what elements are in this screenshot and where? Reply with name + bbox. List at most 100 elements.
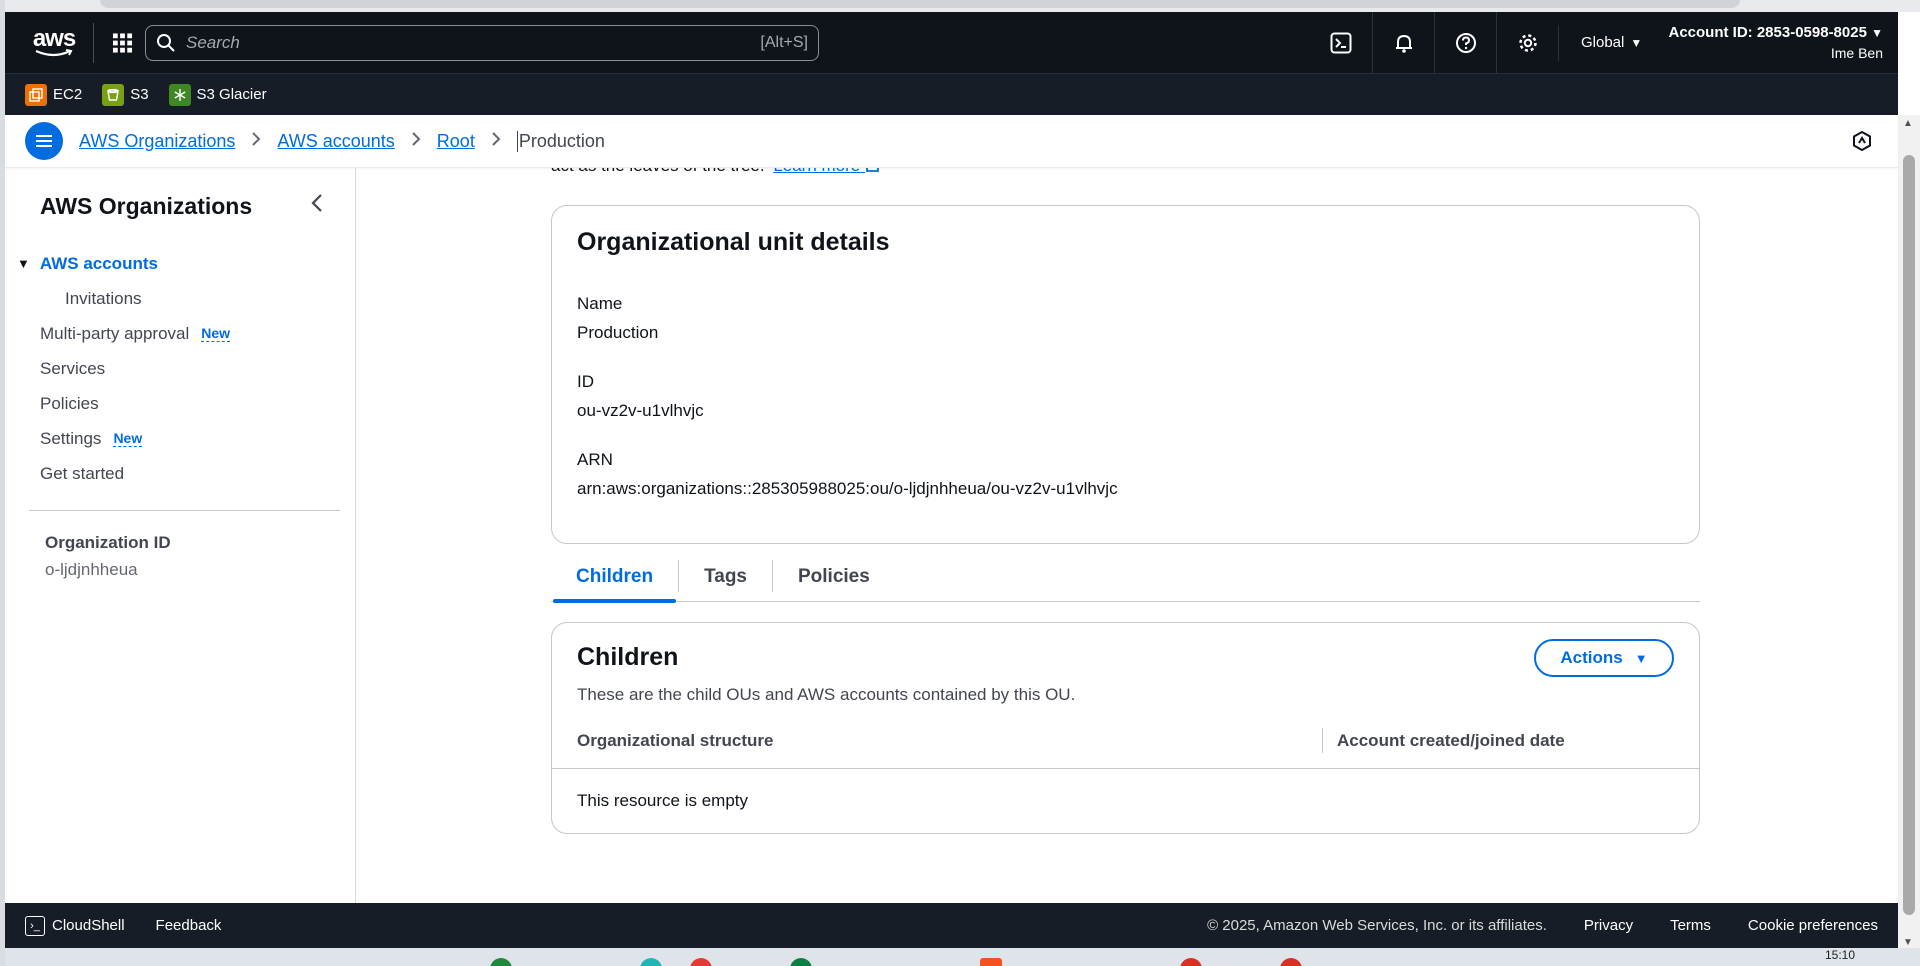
chevron-right-icon <box>411 131 421 152</box>
browser-chrome <box>0 0 1920 12</box>
favorite-label: EC2 <box>53 86 83 103</box>
terminal-icon: ›_ <box>25 915 45 936</box>
actions-label: Actions <box>1560 648 1623 667</box>
region-selector[interactable]: Global ▼ <box>1558 24 1668 61</box>
actions-button[interactable]: Actions ▼ <box>1534 639 1674 677</box>
ec2-icon <box>25 83 47 106</box>
cloudshell-button[interactable] <box>1310 12 1372 73</box>
breadcrumb-aws-accounts[interactable]: AWS accounts <box>277 131 394 152</box>
taskbar-app-icon[interactable] <box>790 958 812 966</box>
sidebar-item-label: Settings <box>40 428 102 448</box>
aws-logo[interactable]: aws <box>25 24 83 58</box>
account-menu[interactable]: Account ID: 2853-0598-8025 ▼ Ime Ben <box>1668 24 1898 61</box>
tab-tags[interactable]: Tags <box>679 551 772 602</box>
caret-down-icon: ▼ <box>1871 26 1883 40</box>
settings-button[interactable] <box>1496 12 1558 73</box>
children-title: Children <box>577 643 679 671</box>
scroll-up-icon[interactable]: ▲ <box>1903 118 1913 129</box>
region-label: Global <box>1581 34 1625 51</box>
caret-down-icon: ▼ <box>1634 650 1648 666</box>
help-icon <box>1455 32 1476 53</box>
os-taskbar: 15:10 <box>0 948 1920 966</box>
caret-down-icon: ▼ <box>17 256 30 271</box>
breadcrumb-current: Production <box>516 130 605 152</box>
page-scrollbar[interactable]: ▲ ▼ <box>1898 115 1920 951</box>
scrollbar-thumb[interactable] <box>1903 155 1915 915</box>
search-shortcut: [Alt+S] <box>760 33 808 51</box>
privacy-link[interactable]: Privacy <box>1584 917 1633 934</box>
breadcrumb-aws-organizations[interactable]: AWS Organizations <box>79 131 235 152</box>
tab-children[interactable]: Children <box>551 551 678 603</box>
window-border <box>0 0 5 966</box>
sidebar-item-label: AWS accounts <box>39 253 158 273</box>
cloudshell-footer-button[interactable]: ›_ CloudShell <box>25 915 125 936</box>
info-panel-button[interactable] <box>1851 130 1873 157</box>
taskbar-app-icon[interactable] <box>490 958 512 966</box>
sidebar-item-label: Services <box>40 358 106 378</box>
sidebar-item-policies[interactable]: Policies <box>5 386 355 421</box>
sidebar-item-invitations[interactable]: Invitations <box>5 281 355 316</box>
close-navigation-button[interactable] <box>310 192 324 219</box>
arn-label: ARN <box>577 450 613 469</box>
sidebar-item-multi-party-approval[interactable]: Multi-party approval New <box>5 316 355 351</box>
taskbar-app-icon[interactable] <box>980 958 1002 966</box>
gear-icon <box>1518 33 1537 52</box>
tab-policies[interactable]: Policies <box>773 551 895 602</box>
snowflake-icon <box>168 83 191 106</box>
sidebar-item-aws-accounts[interactable]: ▼ AWS accounts <box>5 246 355 281</box>
services-menu-button[interactable] <box>93 22 133 63</box>
empty-state-text: This resource is empty <box>577 791 748 810</box>
taskbar-app-icon[interactable] <box>1180 958 1202 966</box>
hamburger-icon <box>36 135 52 147</box>
sidebar-title: AWS Organizations <box>40 193 253 219</box>
scroll-down-icon[interactable]: ▼ <box>1903 937 1913 948</box>
organization-id-label: Organization ID <box>45 533 171 552</box>
name-field: Name Production <box>577 294 658 343</box>
id-label: ID <box>577 372 594 391</box>
sidebar-item-get-started[interactable]: Get started <box>5 456 355 491</box>
search-input[interactable]: Search [Alt+S] <box>145 24 819 61</box>
cloudshell-label: CloudShell <box>52 917 125 934</box>
children-description: These are the child OUs and AWS accounts… <box>577 685 1076 704</box>
favorite-ec2[interactable]: EC2 <box>25 83 83 106</box>
favorite-s3-glacier[interactable]: S3 Glacier <box>168 83 267 106</box>
column-header-org-structure[interactable]: Organizational structure <box>577 731 773 751</box>
children-card: Children These are the child OUs and AWS… <box>551 622 1700 834</box>
search-placeholder: Search <box>186 32 240 52</box>
id-field: ID ou-vz2v-u1vlhvjc <box>577 372 704 421</box>
breadcrumb-root[interactable]: Root <box>437 131 475 152</box>
favorite-label: S3 Glacier <box>196 86 267 103</box>
account-user: Ime Ben <box>1830 45 1883 61</box>
breadcrumb-bar: AWS Organizations AWS accounts Root Prod… <box>5 115 1898 168</box>
sidebar-item-services[interactable]: Services <box>5 351 355 386</box>
favorite-s3[interactable]: S3 <box>102 83 149 106</box>
taskbar-app-icon[interactable] <box>690 958 712 966</box>
taskbar-app-icon[interactable] <box>640 958 662 966</box>
sidebar-item-label: Invitations <box>65 288 142 308</box>
sidebar-item-settings[interactable]: Settings New <box>5 421 355 456</box>
cookie-preferences-link[interactable]: Cookie preferences <box>1748 917 1878 934</box>
copyright-text: © 2025, Amazon Web Services, Inc. or its… <box>1207 917 1547 934</box>
favorites-bar: EC2 S3 S3 Glacier <box>5 73 1898 115</box>
details-title: Organizational unit details <box>577 228 890 256</box>
sidebar-item-label: Policies <box>40 393 99 413</box>
column-header-created-date[interactable]: Account created/joined date <box>1337 731 1565 751</box>
grid-icon <box>112 32 133 53</box>
aws-top-nav: aws Search [Alt+S] Global ▼ Account ID: … <box>5 12 1898 73</box>
help-button[interactable] <box>1434 12 1496 73</box>
favorite-label: S3 <box>130 86 149 103</box>
new-badge: New <box>113 429 143 447</box>
navigation-toggle-button[interactable] <box>25 122 63 160</box>
console-footer: ›_ CloudShell Feedback © 2025, Amazon We… <box>5 903 1898 948</box>
aws-logo-text: aws <box>32 24 76 52</box>
organization-id-value: o-ljdjnhheua <box>45 560 138 579</box>
chevron-right-icon <box>251 131 261 152</box>
sidebar-nav-list: ▼ AWS accounts Invitations Multi-party a… <box>5 246 355 491</box>
taskbar-app-icon[interactable] <box>1280 958 1302 966</box>
name-label: Name <box>577 294 623 313</box>
tab-list: Children Tags Policies <box>551 551 1700 603</box>
feedback-link[interactable]: Feedback <box>156 917 222 934</box>
terms-link[interactable]: Terms <box>1670 917 1711 934</box>
column-divider[interactable] <box>1322 728 1323 753</box>
notifications-button[interactable] <box>1372 12 1434 73</box>
